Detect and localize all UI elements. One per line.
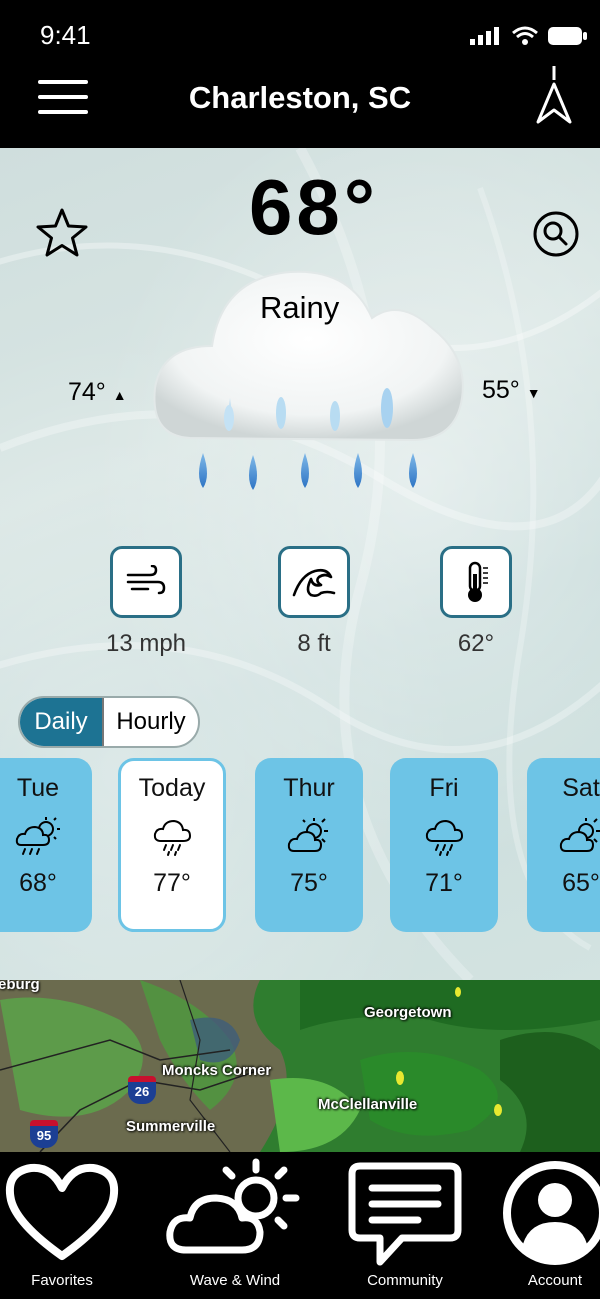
- water-temp-stat[interactable]: 62°: [416, 546, 536, 658]
- low-temperature: 55° ▼: [482, 376, 541, 404]
- wifi-icon: [512, 26, 538, 45]
- water-temperature: 62°: [457, 630, 495, 657]
- map-label: McClellanville: [318, 1096, 418, 1113]
- daily-hourly-toggle[interactable]: Daily Hourly: [18, 696, 200, 748]
- tab-label: Favorites: [31, 1272, 93, 1289]
- cloud-rain-icon: [425, 819, 464, 856]
- day-name: Tue: [16, 774, 60, 802]
- favorite-star-icon[interactable]: [32, 204, 92, 264]
- status-icons: [470, 26, 588, 46]
- condition-label: Rainy: [260, 290, 340, 325]
- city-title: Charleston, SC: [188, 80, 412, 115]
- map-label: Summerville: [126, 1118, 216, 1135]
- tab-community[interactable]: Community: [330, 1152, 480, 1299]
- tab-label: Community: [367, 1272, 443, 1289]
- down-arrow-icon: ▼: [526, 385, 541, 401]
- toggle-hourly[interactable]: Hourly: [102, 698, 198, 746]
- high-temperature: 74° ▲: [68, 378, 127, 406]
- search-icon[interactable]: [532, 210, 580, 258]
- heart-icon: [6, 1163, 118, 1260]
- status-bar: 9:41: [0, 0, 600, 70]
- day-card[interactable]: Thur 75°: [255, 758, 363, 932]
- day-name: Thur: [283, 774, 335, 802]
- day-temp: 65°: [562, 869, 600, 897]
- day-card[interactable]: Sat 65°: [527, 758, 600, 932]
- up-arrow-icon: ▲: [112, 387, 127, 403]
- day-temp: 75°: [290, 869, 328, 897]
- chat-bubble-icon: [348, 1162, 462, 1266]
- wave-stat[interactable]: 8 ft: [254, 546, 374, 658]
- app-header: Charleston, SC: [0, 62, 600, 148]
- status-time: 9:41: [40, 20, 91, 50]
- wind-stat[interactable]: 13 mph: [86, 546, 206, 658]
- signal-icon: [470, 27, 499, 45]
- day-name: Today: [138, 774, 206, 802]
- day-card-today[interactable]: Today 77°: [118, 758, 226, 932]
- thermometer-icon: [468, 561, 488, 602]
- toggle-daily[interactable]: Daily: [20, 698, 102, 746]
- battery-icon: [548, 27, 587, 45]
- user-avatar-icon: [503, 1161, 600, 1265]
- wind-icon: [126, 565, 166, 595]
- day-name: Fri: [429, 774, 459, 802]
- cloud-rain-icon: [153, 819, 192, 856]
- radar-map[interactable]: eburg Georgetown Moncks Corner McClellan…: [0, 980, 600, 1152]
- tab-account[interactable]: Account: [480, 1152, 600, 1299]
- weather-panel: 68° Rainy 74° ▲ 55° ▼ 13 mph 8 ft 62° Da…: [0, 148, 600, 980]
- partly-cloudy-icon: [166, 1158, 300, 1254]
- sun-cloud-rain-icon: [15, 817, 60, 855]
- wave-icon: [292, 568, 336, 597]
- tab-favorites[interactable]: Favorites: [0, 1152, 137, 1299]
- interstate-95-shield: 95: [30, 1120, 58, 1148]
- tab-label: Account: [527, 1272, 583, 1289]
- map-label: Georgetown: [364, 1004, 452, 1021]
- tab-label: Wave & Wind: [189, 1272, 281, 1289]
- map-label: eburg: [0, 980, 40, 993]
- day-card[interactable]: Fri 71°: [390, 758, 498, 932]
- day-temp: 68°: [19, 869, 57, 897]
- wind-speed: 13 mph: [105, 630, 187, 657]
- interstate-26-shield: 26: [128, 1076, 156, 1104]
- radar-overlay: [0, 980, 600, 1152]
- partly-cloudy-icon: [559, 818, 600, 852]
- map-label: Moncks Corner: [162, 1062, 272, 1079]
- wave-height: 8 ft: [297, 630, 331, 657]
- tab-bar: Favorites Wave & Wind Community Account: [0, 1152, 600, 1299]
- day-temp: 71°: [425, 869, 463, 897]
- day-name: Sat: [562, 774, 600, 802]
- partly-cloudy-icon: [287, 818, 328, 852]
- rain-cloud-icon: [153, 270, 464, 490]
- day-card[interactable]: Tue 68°: [0, 758, 92, 932]
- navigation-arrow-icon[interactable]: [534, 66, 574, 128]
- tab-wave-wind[interactable]: Wave & Wind: [160, 1152, 310, 1299]
- day-temp: 77°: [153, 869, 191, 897]
